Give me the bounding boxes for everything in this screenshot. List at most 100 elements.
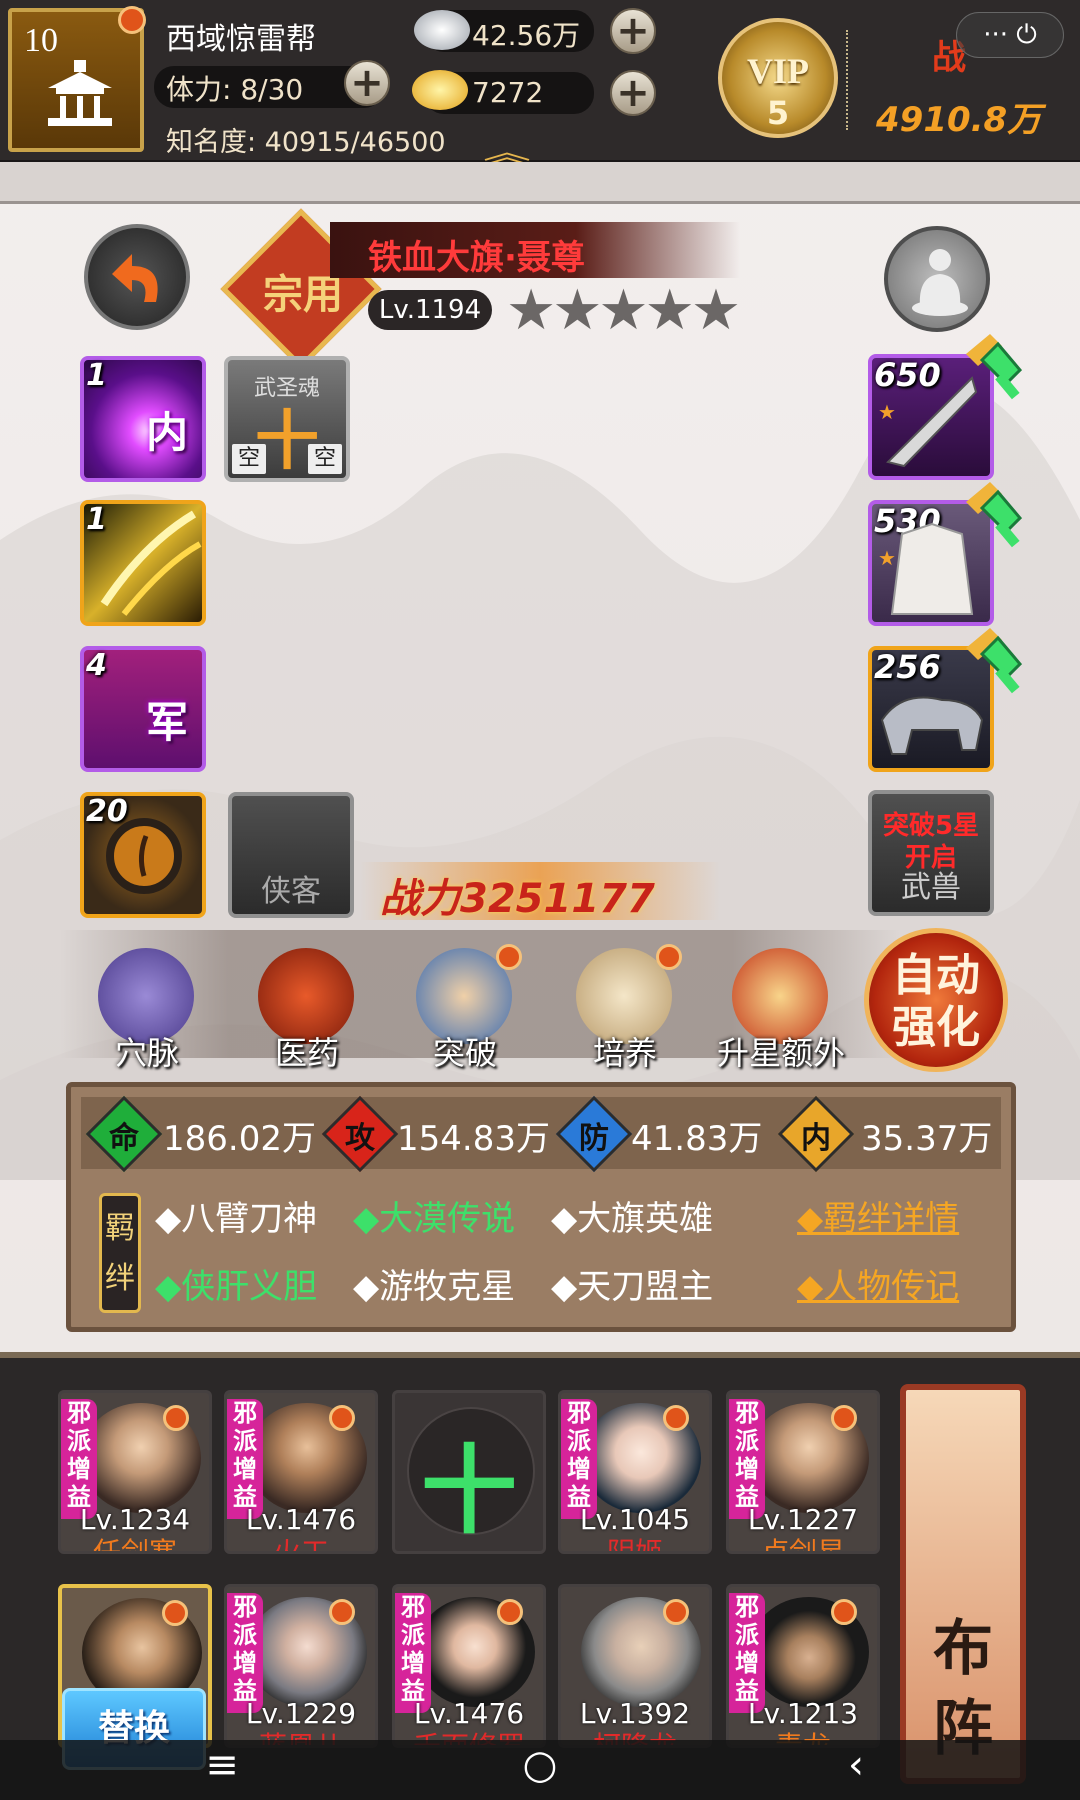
guild-name: 西域惊雷帮	[166, 22, 316, 57]
add-stamina-button[interactable]: +	[344, 60, 390, 106]
vip-label: VIP	[747, 51, 809, 91]
faction-buff-tag: 邪派增益	[729, 1399, 765, 1519]
game-screen: 10 西域惊雷帮 体力: 8/30 + 知名度: 40915/46500 42.…	[0, 0, 1080, 1800]
top-bar: 10 西域惊雷帮 体力: 8/30 + 知名度: 40915/46500 42.…	[0, 0, 1080, 171]
skill-char: 军	[145, 698, 188, 747]
faction-buff-tag: 邪派增益	[227, 1593, 263, 1713]
upgrade-hammer-icon[interactable]	[958, 624, 1030, 696]
skill-slot-army[interactable]: 4 军	[80, 646, 206, 772]
train-button[interactable]: 培养	[570, 944, 682, 1074]
team-member-card[interactable]: 邪派增益 Lv.1234 任剑寒	[58, 1390, 212, 1554]
bond-item: ◆天刀盟主	[551, 1267, 714, 1307]
hero-level: Lv.1194	[368, 290, 492, 330]
member-name: 火工	[272, 1536, 329, 1554]
empty-tag: 空	[232, 444, 266, 474]
header-strip	[0, 162, 1080, 204]
team-member-card[interactable]: 邪派增益 Lv.1229 蓝凰儿	[224, 1584, 378, 1748]
team-member-card[interactable]: 邪派增益 Lv.1476 火工	[224, 1390, 378, 1554]
upgrade-hammer-icon[interactable]	[958, 330, 1030, 402]
mini-program-capsule[interactable]: ··· ⏻	[956, 12, 1064, 58]
function-label: 培养	[592, 1034, 657, 1072]
team-member-card[interactable]: 邪派增益 Lv.1227 卢剑星	[726, 1390, 880, 1554]
faction-buff-tag: 邪派增益	[227, 1399, 263, 1519]
team-member-card[interactable]: Lv.1392 柯降龙	[558, 1584, 712, 1748]
silver-ingot-icon	[414, 10, 470, 50]
skill-slot-attack[interactable]: 1	[80, 500, 206, 626]
notification-dot	[496, 944, 522, 970]
beast-label: 武兽	[901, 870, 961, 905]
meditation-button[interactable]	[884, 226, 990, 332]
notification-dot	[163, 1405, 189, 1431]
back-button[interactable]	[84, 224, 190, 330]
team-member-card[interactable]: 邪派增益 Lv.1045 阴姬	[558, 1390, 712, 1554]
attack-value: 154.83万	[397, 1119, 550, 1159]
upgrade-hammer-icon[interactable]	[958, 478, 1030, 550]
notification-dot	[663, 1599, 689, 1625]
martial-soul-slot[interactable]: 武圣魂 十 空 空	[224, 356, 350, 482]
defense-value: 41.83万	[631, 1119, 763, 1159]
system-nav-bar: ≡ ○ ‹	[0, 1740, 1080, 1800]
function-label: 突破	[432, 1034, 497, 1072]
skill-count: 1	[86, 358, 107, 393]
skill-slot-inner[interactable]: 1 内	[80, 356, 206, 482]
member-name: 任剑寒	[92, 1536, 177, 1554]
team-member-card[interactable]: 邪派增益 Lv.1213 青龙	[726, 1584, 880, 1748]
auto-strengthen-button[interactable]: 自动 强化	[864, 928, 1008, 1072]
silver-amount: 42.56万	[472, 19, 581, 52]
skill-count: 4	[86, 648, 107, 683]
add-gold-button[interactable]: +	[610, 70, 656, 116]
home-icon[interactable]: ○	[500, 1742, 580, 1788]
team-member-card[interactable]: 邪派增益 Lv.1476 千面修罗	[392, 1584, 546, 1748]
notification-dot	[663, 1405, 689, 1431]
slash-icon	[100, 510, 202, 616]
inner-icon-text: 内	[801, 1121, 831, 1156]
inner-value: 35.37万	[861, 1119, 993, 1159]
skill-slot-orb[interactable]: 20	[80, 792, 206, 918]
medicine-button[interactable]: 医药	[252, 944, 362, 1074]
empty-tag: 空	[308, 444, 342, 474]
stats-panel: 命 186.02万 攻 154.83万 防 41.83万 内 35.37万 羁绊…	[66, 1082, 1016, 1332]
bond-detail-link[interactable]: ◆羁绊详情	[797, 1191, 959, 1240]
add-member-slot[interactable]: 十	[392, 1390, 546, 1554]
guild-emblem-button[interactable]: 10	[8, 6, 146, 152]
vip-level: 5	[766, 94, 790, 132]
notification-dot	[831, 1599, 857, 1625]
function-label: 穴脉	[114, 1034, 179, 1072]
notification-dot	[329, 1405, 355, 1431]
gold-amount: 7272	[472, 76, 544, 109]
notification-dot	[656, 944, 682, 970]
faction-buff-tag: 邪派增益	[729, 1593, 765, 1713]
menu-icon[interactable]: ≡	[182, 1742, 262, 1788]
faction-buff-tag: 邪派增益	[61, 1399, 97, 1519]
vip-badge-button[interactable]: VIP 5	[718, 18, 838, 138]
breakthrough-button[interactable]: 突破	[410, 944, 522, 1074]
power-value: 4910.8万	[876, 100, 1042, 140]
skill-char: 内	[145, 408, 188, 457]
biography-link[interactable]: ◆人物传记	[797, 1259, 959, 1308]
formation-label-line1: 布	[933, 1616, 993, 1682]
hp-icon-text: 命	[109, 1121, 139, 1156]
pavilion-icon	[48, 60, 112, 126]
stamina-text: 体力: 8/30	[166, 73, 304, 106]
hero-stars: ★★★★★	[506, 278, 741, 343]
star-up-extra-button[interactable]: 升星额外	[717, 944, 845, 1074]
add-silver-button[interactable]: +	[610, 8, 656, 54]
notification-dot	[497, 1599, 523, 1625]
back-icon[interactable]: ‹	[816, 1742, 896, 1788]
function-label: 医药	[274, 1034, 339, 1072]
notification-dot	[162, 1600, 188, 1626]
defense-icon-text: 防	[579, 1121, 609, 1156]
function-label: 升星额外	[716, 1034, 845, 1072]
member-name: 卢剑星	[760, 1536, 845, 1554]
faction-buff-tag: 邪派增益	[561, 1399, 597, 1519]
fame-text: 知名度: 40915/46500	[166, 127, 446, 158]
xiake-slot[interactable]: 侠客	[228, 792, 354, 918]
bond-item: ◆游牧克星	[353, 1267, 516, 1307]
formation-button[interactable]: 布 阵	[900, 1384, 1026, 1784]
beast-slot[interactable]: 突破5星开启 武兽	[868, 790, 994, 916]
notification-dot	[831, 1405, 857, 1431]
xiake-label: 侠客	[261, 874, 321, 909]
hero-name: 铁血大旗·聂尊	[368, 238, 585, 278]
acupoint-button[interactable]: 穴脉	[92, 944, 202, 1074]
bond-item-active: ◆大漠传说	[353, 1199, 516, 1239]
